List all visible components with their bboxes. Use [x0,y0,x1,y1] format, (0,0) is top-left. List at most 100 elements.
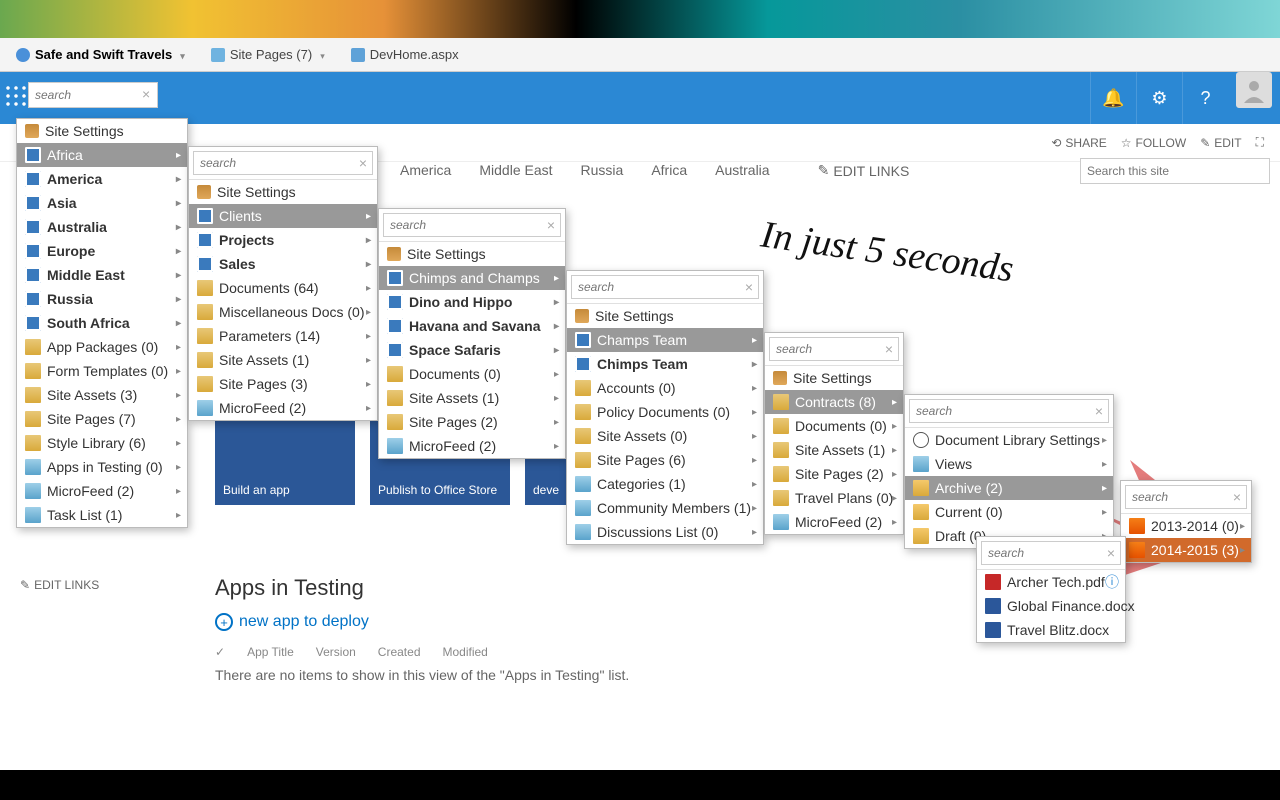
site-settings-item[interactable]: Site Settings [17,119,187,143]
flyout-item[interactable]: Site Assets (1)▸ [189,348,377,372]
flyout-item[interactable]: Projects▸ [189,228,377,252]
sidebar-edit-links[interactable]: ✎ EDIT LINKS [20,578,99,592]
sidebar-search-input[interactable] [28,82,158,108]
flyout-item[interactable]: Asia▸ [17,191,187,215]
flyout-item[interactable]: Africa▸ [17,143,187,167]
gear-icon[interactable]: ⚙ [1136,72,1182,124]
help-icon[interactable]: ? [1182,72,1228,124]
clear-icon[interactable]: × [885,341,893,357]
flyout-search-input[interactable] [193,151,373,175]
flyout-item[interactable]: America▸ [17,167,187,191]
flyout-item[interactable]: Documents (0)▸ [765,414,903,438]
nav-item[interactable]: Australia [715,162,769,179]
focus-button[interactable]: ⛶ [1256,135,1264,150]
flyout-item[interactable]: Sales▸ [189,252,377,276]
clear-icon[interactable]: × [745,279,753,295]
flyout-item[interactable]: Chimps Team▸ [567,352,763,376]
browser-tab-3[interactable]: DevHome.aspx [341,43,469,66]
flyout-item[interactable]: Australia▸ [17,215,187,239]
user-avatar[interactable] [1236,72,1272,108]
flyout-search-input[interactable] [981,541,1121,565]
flyout-item[interactable]: Current (0)▸ [905,500,1113,524]
site-search-input[interactable] [1080,158,1270,184]
flyout-item[interactable]: South Africa▸ [17,311,187,335]
flyout-item[interactable]: Site Pages (3)▸ [189,372,377,396]
flyout-item[interactable]: Clients▸ [189,204,377,228]
flyout-item[interactable]: App Packages (0)▸ [17,335,187,359]
site-settings-item[interactable]: Site Settings [567,304,763,328]
flyout-item[interactable]: Site Assets (3)▸ [17,383,187,407]
flyout-search-input[interactable] [571,275,759,299]
column-header[interactable]: Version [316,645,356,659]
flyout-item[interactable]: Contracts (8)▸ [765,390,903,414]
site-settings-item[interactable]: Site Settings [189,180,377,204]
flyout-item[interactable]: Site Assets (0)▸ [567,424,763,448]
browser-tab-2[interactable]: Site Pages (7) [201,43,335,66]
flyout-item[interactable]: Discussions List (0)▸ [567,520,763,544]
flyout-item[interactable]: Policy Documents (0)▸ [567,400,763,424]
flyout-item[interactable]: Accounts (0)▸ [567,376,763,400]
clear-icon[interactable]: × [1095,403,1103,419]
site-settings-item[interactable]: Site Settings [379,242,565,266]
clear-icon[interactable]: × [359,155,367,171]
flyout-item[interactable]: Site Pages (2)▸ [379,410,565,434]
flyout-search-input[interactable] [769,337,899,361]
flyout-item[interactable]: Archive (2)▸ [905,476,1113,500]
flyout-item[interactable]: Community Members (1)▸ [567,496,763,520]
tile-build-app[interactable]: Build an app [215,410,355,505]
flyout-item[interactable]: Categories (1)▸ [567,472,763,496]
flyout-item[interactable]: MicroFeed (2)▸ [379,434,565,458]
flyout-item[interactable]: Europe▸ [17,239,187,263]
flyout-item[interactable]: Travel Blitz.docx [977,618,1125,642]
flyout-item[interactable]: Views▸ [905,452,1113,476]
clear-icon[interactable]: × [1233,489,1241,505]
flyout-item[interactable]: Havana and Savana▸ [379,314,565,338]
share-button[interactable]: ⟲SHARE [1051,136,1106,150]
flyout-item[interactable]: Chimps and Champs▸ [379,266,565,290]
flyout-item[interactable]: Travel Plans (0)▸ [765,486,903,510]
column-header[interactable]: Modified [443,645,488,659]
flyout-item[interactable]: Site Assets (1)▸ [379,386,565,410]
info-icon[interactable]: ⓘ [1105,572,1119,592]
follow-button[interactable]: ☆FOLLOW [1121,136,1186,150]
chevron-down-icon[interactable] [177,47,185,62]
flyout-item[interactable]: Form Templates (0)▸ [17,359,187,383]
check-column[interactable]: ✓ [215,645,225,659]
nav-item[interactable]: Russia [581,162,624,179]
flyout-item[interactable]: Middle East▸ [17,263,187,287]
edit-button[interactable]: ✎EDIT [1200,136,1241,150]
chevron-down-icon[interactable] [317,47,325,62]
flyout-item[interactable]: 2013-2014 (0)▸ [1121,514,1251,538]
flyout-item[interactable]: Documents (0)▸ [379,362,565,386]
new-app-link[interactable]: + new app to deploy [215,613,629,631]
flyout-item[interactable]: Apps in Testing (0)▸ [17,455,187,479]
flyout-item[interactable]: Documents (64)▸ [189,276,377,300]
flyout-item[interactable]: Parameters (14)▸ [189,324,377,348]
flyout-item[interactable]: Space Safaris▸ [379,338,565,362]
flyout-item[interactable]: Site Pages (6)▸ [567,448,763,472]
flyout-search-input[interactable] [1125,485,1247,509]
flyout-item[interactable]: MicroFeed (2)▸ [189,396,377,420]
flyout-item[interactable]: Site Pages (7)▸ [17,407,187,431]
flyout-item[interactable]: Archer Tech.pdfⓘ [977,570,1125,594]
flyout-item[interactable]: 2014-2015 (3)▸ [1121,538,1251,562]
flyout-item[interactable]: Miscellaneous Docs (0)▸ [189,300,377,324]
flyout-item[interactable]: Russia▸ [17,287,187,311]
browser-tab-1[interactable]: Safe and Swift Travels [6,43,195,66]
nav-item[interactable]: Middle East [479,162,552,179]
flyout-item[interactable]: Style Library (6)▸ [17,431,187,455]
flyout-item[interactable]: MicroFeed (2)▸ [765,510,903,534]
column-header[interactable]: Created [378,645,421,659]
column-header[interactable]: App Title [247,645,294,659]
flyout-item[interactable]: Site Assets (1)▸ [765,438,903,462]
nav-item[interactable]: Africa [651,162,687,179]
flyout-item[interactable]: Dino and Hippo▸ [379,290,565,314]
notifications-icon[interactable]: 🔔 [1090,72,1136,124]
clear-icon[interactable]: × [142,86,150,102]
site-settings-item[interactable]: Site Settings [765,366,903,390]
nav-item[interactable]: America [400,162,451,179]
flyout-search-input[interactable] [909,399,1109,423]
edit-links-button[interactable]: ✎EDIT LINKS [818,162,910,179]
flyout-item[interactable]: Task List (1)▸ [17,503,187,527]
flyout-item[interactable]: Document Library Settings▸ [905,428,1113,452]
